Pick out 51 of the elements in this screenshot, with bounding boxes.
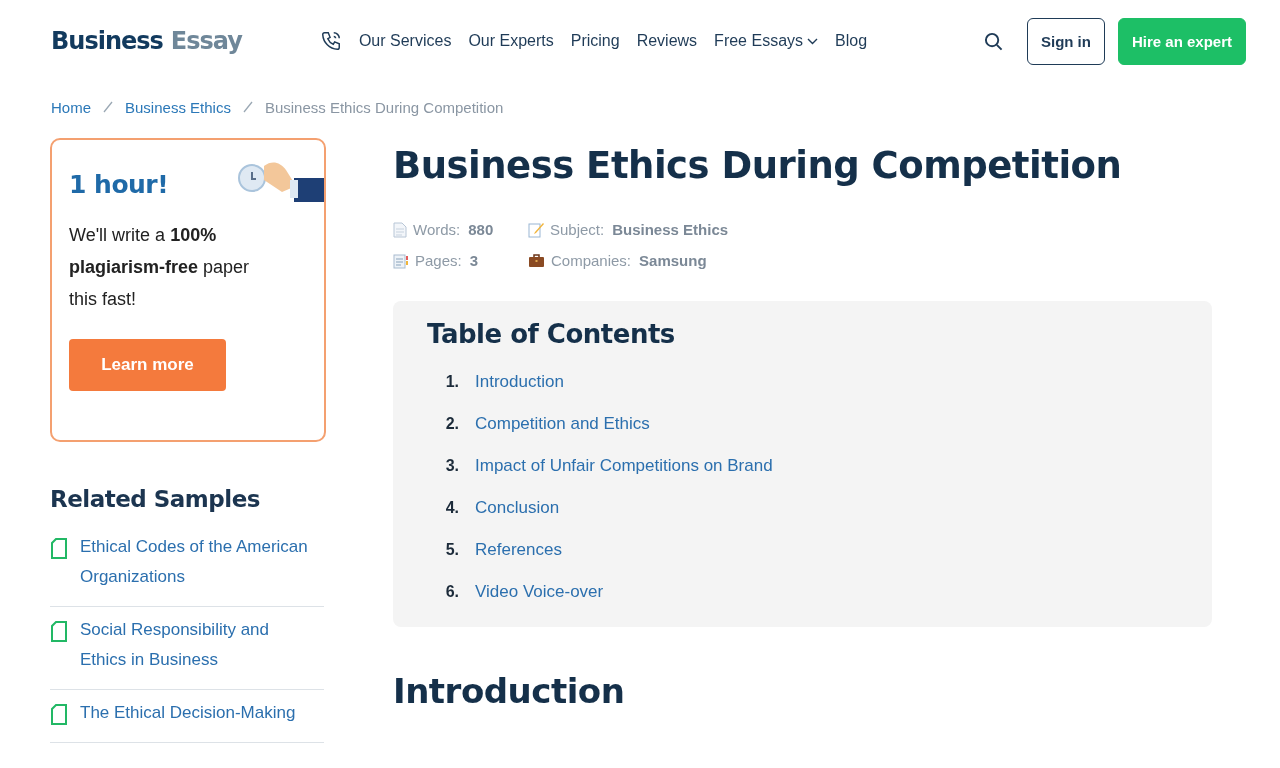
memo-pencil-icon	[528, 221, 544, 238]
document-icon	[50, 621, 68, 642]
promo-text: We'll write a 100% plagiarism-free paper this fast!	[69, 224, 251, 311]
site-logo[interactable]: Business Essay	[51, 27, 242, 55]
breadcrumb-current: Business Ethics During Competition	[264, 98, 504, 116]
nav-link[interactable]: Our Experts	[468, 32, 554, 50]
learn-more-button[interactable]: Learn more	[69, 339, 226, 391]
toc-link[interactable]: Introduction	[475, 372, 564, 392]
toc-link[interactable]: References	[475, 540, 562, 560]
document-icon	[50, 704, 68, 725]
caret-icon	[807, 37, 819, 45]
breadcrumb-link[interactable]: Business Ethics	[125, 98, 231, 116]
document-icon	[50, 538, 68, 559]
nav-link[interactable]: Free Essays	[714, 32, 819, 50]
sign-in-button[interactable]: Sign in	[1026, 17, 1105, 65]
section-heading: Introduction	[393, 671, 626, 711]
meta-label: Subject:	[550, 221, 605, 238]
document-icon	[393, 221, 407, 238]
meta-value: 3	[469, 252, 479, 269]
phone-icon[interactable]	[319, 30, 342, 52]
toc-number: 1.	[444, 373, 459, 391]
toc-number: 5.	[444, 541, 459, 559]
meta-label: Pages:	[415, 252, 462, 269]
related-sample-link[interactable]: Ethical Codes of the American Organizations	[80, 532, 312, 592]
promo-title: 1 hour!	[69, 170, 170, 199]
toc-link[interactable]: Conclusion	[475, 498, 560, 518]
meta-value: Samsung	[639, 252, 707, 269]
toc-link[interactable]: Video Voice-over	[475, 582, 604, 602]
related-sample-link[interactable]: Social Responsibility and Ethics in Business	[80, 615, 312, 675]
toc-link[interactable]: Competition and Ethics	[475, 414, 650, 434]
related-samples-heading: Related Samples	[50, 486, 261, 512]
breadcrumb-link[interactable]: Home	[51, 98, 91, 116]
meta-value: Business Ethics	[612, 221, 729, 238]
toc-heading: Table of Contents	[427, 319, 676, 349]
article-title: Business Ethics During Competition	[393, 144, 1123, 187]
toc-link[interactable]: Impact of Unfair Competitions on Brand	[475, 456, 773, 476]
briefcase-icon	[528, 253, 545, 268]
nav-link[interactable]: Blog	[835, 32, 868, 50]
nav-link[interactable]: Pricing	[570, 32, 620, 50]
nav-link[interactable]: Reviews	[636, 32, 698, 50]
search-icon[interactable]	[983, 31, 1003, 51]
meta-label: Words:	[413, 221, 461, 238]
related-sample-link[interactable]: The Ethical Decision-Making	[80, 698, 296, 728]
pages-icon	[393, 252, 409, 269]
nav-link[interactable]: Our Services	[358, 32, 452, 50]
meta-value: 880	[468, 221, 494, 238]
toc-number: 6.	[444, 583, 459, 601]
toc-number: 4.	[444, 499, 459, 517]
toc-number: 2.	[444, 415, 459, 433]
meta-label: Companies:	[551, 252, 632, 269]
toc-number: 3.	[444, 457, 459, 475]
